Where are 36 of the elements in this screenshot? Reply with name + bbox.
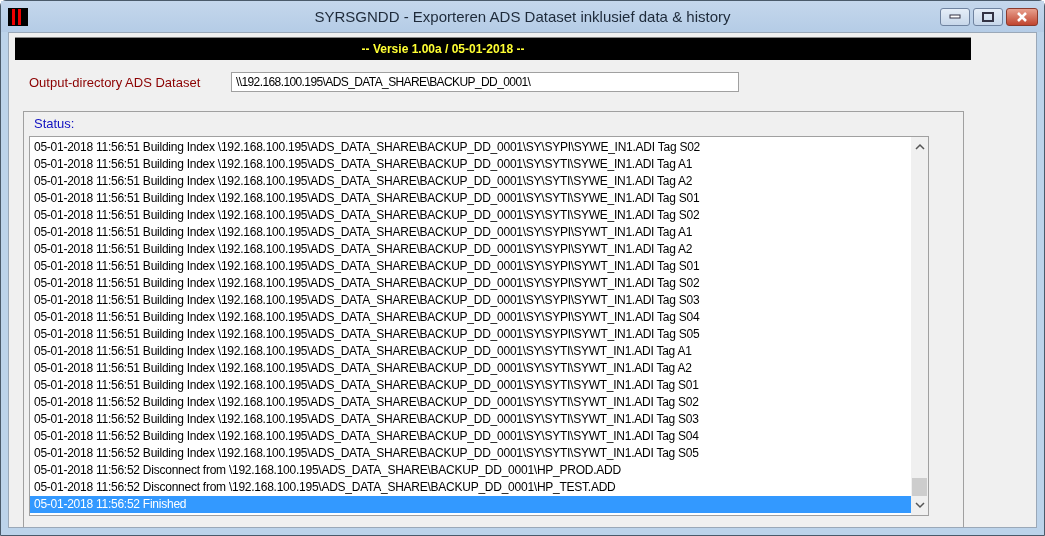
- scroll-up-icon[interactable]: [914, 143, 925, 150]
- log-line[interactable]: 05-01-2018 11:56:51 Building Index \192.168.100.195\ADS_DATA_SHARE\BACKUP_DD_0001\SY\SYPI\SYWT_IN1.ADI Tag A1: [30, 224, 911, 241]
- log-line[interactable]: 05-01-2018 11:56:51 Building Index \192.168.100.195\ADS_DATA_SHARE\BACKUP_DD_0001\SY\SYPI\SYWT_IN1.ADI Tag S05: [30, 326, 911, 343]
- log-line[interactable]: 05-01-2018 11:56:52 Building Index \192.168.100.195\ADS_DATA_SHARE\BACKUP_DD_0001\SY\SYTI\SYWT_IN1.ADI Tag S02: [30, 394, 911, 411]
- output-directory-label: Output-directory ADS Dataset: [29, 74, 202, 90]
- log-line[interactable]: 05-01-2018 11:56:51 Building Index \192.168.100.195\ADS_DATA_SHARE\BACKUP_DD_0001\SY\SYTI\SYWT_IN1.ADI Tag S01: [30, 377, 911, 394]
- output-directory-field[interactable]: \\192.168.100.195\ADS_DATA_SHARE\BACKUP_DD_0001\: [231, 72, 739, 92]
- maximize-button[interactable]: [973, 7, 1003, 26]
- log-line[interactable]: 05-01-2018 11:56:51 Building Index \192.168.100.195\ADS_DATA_SHARE\BACKUP_DD_0001\SY\SYTI\SYWE_IN1.ADI Tag A2: [30, 173, 911, 190]
- log-line[interactable]: 05-01-2018 11:56:51 Building Index \192.168.100.195\ADS_DATA_SHARE\BACKUP_DD_0001\SY\SYPI\SYWT_IN1.ADI Tag A2: [30, 241, 911, 258]
- log-line[interactable]: 05-01-2018 11:56:52 Building Index \192.168.100.195\ADS_DATA_SHARE\BACKUP_DD_0001\SY\SYTI\SYWT_IN1.ADI Tag S04: [30, 428, 911, 445]
- log-line[interactable]: 05-01-2018 11:56:51 Building Index \192.168.100.195\ADS_DATA_SHARE\BACKUP_DD_0001\SY\SYTI\SYWE_IN1.ADI Tag S02: [30, 207, 911, 224]
- log-line[interactable]: 05-01-2018 11:56:51 Building Index \192.168.100.195\ADS_DATA_SHARE\BACKUP_DD_0001\SY\SYTI\SYWT_IN1.ADI Tag A2: [30, 360, 911, 377]
- log-line[interactable]: 05-01-2018 11:56:51 Building Index \192.168.100.195\ADS_DATA_SHARE\BACKUP_DD_0001\SY\SYTI\SYWE_IN1.ADI Tag S01: [30, 190, 911, 207]
- log-line[interactable]: 05-01-2018 11:56:52 Building Index \192.168.100.195\ADS_DATA_SHARE\BACKUP_DD_0001\SY\SYTI\SYWT_IN1.ADI Tag S03: [30, 411, 911, 428]
- status-label: Status:: [34, 116, 75, 131]
- log-line[interactable]: 05-01-2018 11:56:51 Building Index \192.168.100.195\ADS_DATA_SHARE\BACKUP_DD_0001\SY\SYPI\SYWT_IN1.ADI Tag S01: [30, 258, 911, 275]
- app-icon: [8, 7, 28, 26]
- log-line[interactable]: 05-01-2018 11:56:51 Building Index \192.168.100.195\ADS_DATA_SHARE\BACKUP_DD_0001\SY\SYPI\SYWE_IN1.ADI Tag S02: [30, 139, 911, 156]
- close-icon: [1016, 11, 1028, 22]
- scrollbar[interactable]: [911, 137, 928, 515]
- maximize-icon: [982, 11, 994, 22]
- version-text: -- Versie 1.00a / 05-01-2018 --: [361, 42, 525, 56]
- log-line[interactable]: 05-01-2018 11:56:52 Disconnect from \192.168.100.195\ADS_DATA_SHARE\BACKUP_DD_0001\HP_TEST.ADD: [30, 479, 911, 496]
- close-button[interactable]: [1006, 7, 1038, 26]
- window-title: SYRSGNDD - Exporteren ADS Dataset inklusief data & history: [314, 8, 731, 25]
- log-line[interactable]: 05-01-2018 11:56:51 Building Index \192.168.100.195\ADS_DATA_SHARE\BACKUP_DD_0001\SY\SYTI\SYWT_IN1.ADI Tag A1: [30, 343, 911, 360]
- minimize-icon: [949, 13, 961, 20]
- log-line[interactable]: 05-01-2018 11:56:51 Building Index \192.168.100.195\ADS_DATA_SHARE\BACKUP_DD_0001\SY\SYPI\SYWT_IN1.ADI Tag S03: [30, 292, 911, 309]
- scroll-down-icon[interactable]: [914, 502, 925, 509]
- log-line[interactable]: 05-01-2018 11:56:51 Building Index \192.168.100.195\ADS_DATA_SHARE\BACKUP_DD_0001\SY\SYPI\SYWT_IN1.ADI Tag S02: [30, 275, 911, 292]
- log-line[interactable]: 05-01-2018 11:56:52 Building Index \192.168.100.195\ADS_DATA_SHARE\BACKUP_DD_0001\SY\SYTI\SYWT_IN1.ADI Tag S05: [30, 445, 911, 462]
- scroll-thumb[interactable]: [912, 478, 927, 496]
- log-line[interactable]: 05-01-2018 11:56:51 Building Index \192.168.100.195\ADS_DATA_SHARE\BACKUP_DD_0001\SY\SYTI\SYWE_IN1.ADI Tag A1: [30, 156, 911, 173]
- log-line[interactable]: 05-01-2018 11:56:51 Building Index \192.168.100.195\ADS_DATA_SHARE\BACKUP_DD_0001\SY\SYPI\SYWT_IN1.ADI Tag S04: [30, 309, 911, 326]
- log-line[interactable]: 05-01-2018 11:56:52 Disconnect from \192.168.100.195\ADS_DATA_SHARE\BACKUP_DD_0001\HP_PROD.ADD: [30, 462, 911, 479]
